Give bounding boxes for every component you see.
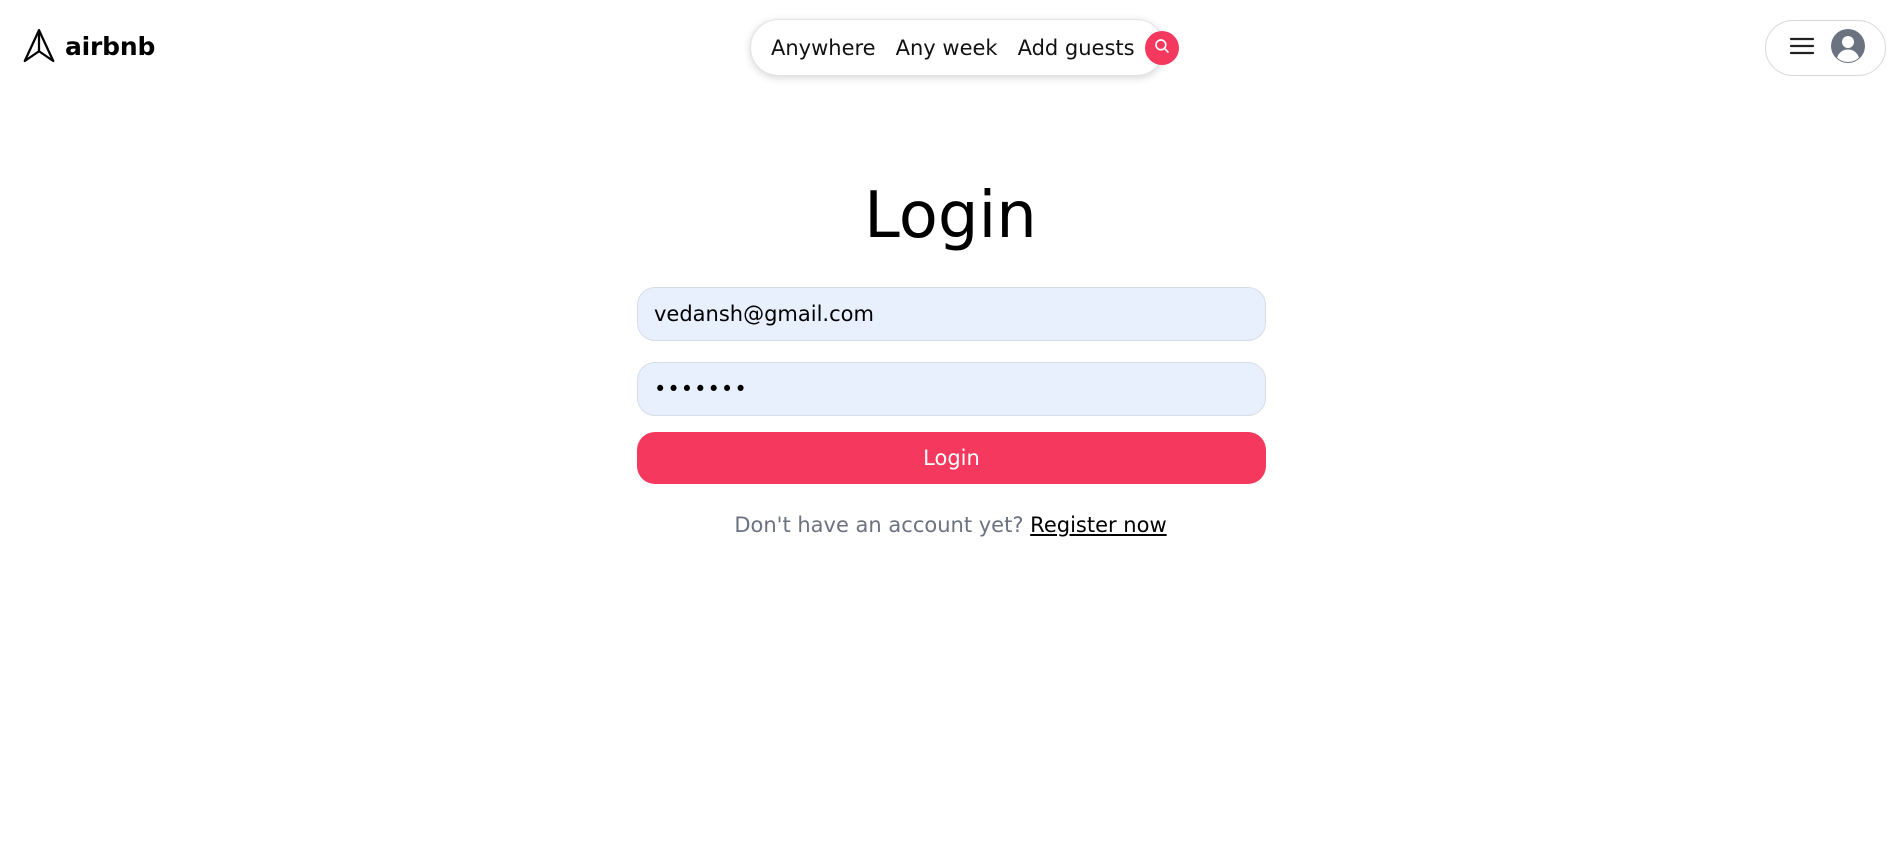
password-field[interactable]: [637, 362, 1266, 416]
paper-plane-icon: [21, 28, 57, 64]
search-button[interactable]: [1144, 30, 1179, 65]
email-field[interactable]: [637, 287, 1266, 341]
search-location[interactable]: Anywhere: [771, 36, 876, 60]
user-avatar-icon: [1831, 29, 1865, 67]
search-bar[interactable]: Anywhere Any week Add guests: [750, 19, 1179, 76]
logo-text: airbnb: [65, 31, 156, 61]
login-page: Login Login Don't have an account yet? R…: [0, 0, 1901, 868]
login-button[interactable]: Login: [637, 432, 1266, 484]
search-dates[interactable]: Any week: [896, 36, 998, 60]
register-link[interactable]: Register now: [1030, 513, 1166, 537]
user-menu-button[interactable]: [1765, 20, 1886, 76]
search-guests[interactable]: Add guests: [1018, 36, 1135, 60]
register-prompt-text: Don't have an account yet?: [734, 513, 1024, 537]
site-header: airbnb Anywhere Any week Add guests: [0, 0, 1901, 96]
logo-link[interactable]: airbnb: [21, 28, 155, 64]
hamburger-menu-icon: [1789, 35, 1815, 61]
register-prompt-line: Don't have an account yet? Register now: [0, 513, 1901, 537]
page-title: Login: [864, 179, 1037, 253]
search-icon: [1153, 37, 1171, 59]
